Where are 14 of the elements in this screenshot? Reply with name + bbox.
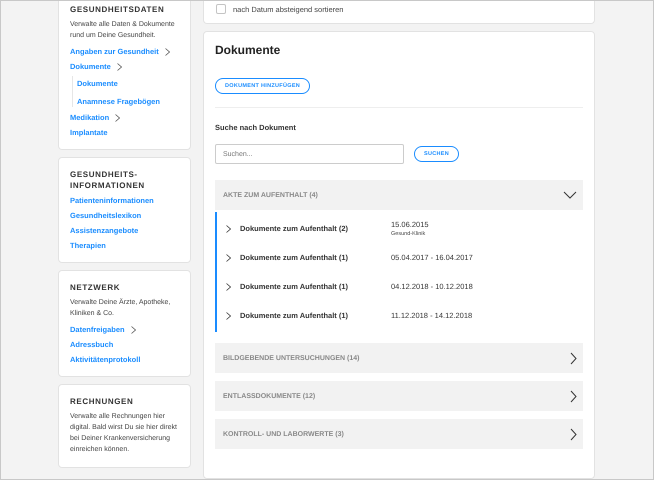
documents-title: Dokumente	[215, 43, 282, 57]
chevron-right-icon	[570, 352, 577, 364]
chevron-right-icon	[226, 224, 231, 232]
chevron-right-icon	[226, 312, 231, 320]
sort-checkbox[interactable]	[216, 4, 226, 14]
chevron-right-icon	[226, 254, 231, 262]
section-title: NETZWERK	[70, 282, 122, 293]
section-title: GESUNDHEITS-INFORMATIONEN	[70, 169, 146, 191]
section-title: RECHNUNGEN	[70, 396, 134, 407]
chevron-down-icon	[563, 191, 577, 199]
chevron-right-icon	[226, 282, 231, 290]
chevron-right-icon	[570, 428, 577, 440]
chevron-right-icon	[570, 390, 577, 402]
section-title: GESUNDHEITSDATEN	[70, 4, 166, 15]
